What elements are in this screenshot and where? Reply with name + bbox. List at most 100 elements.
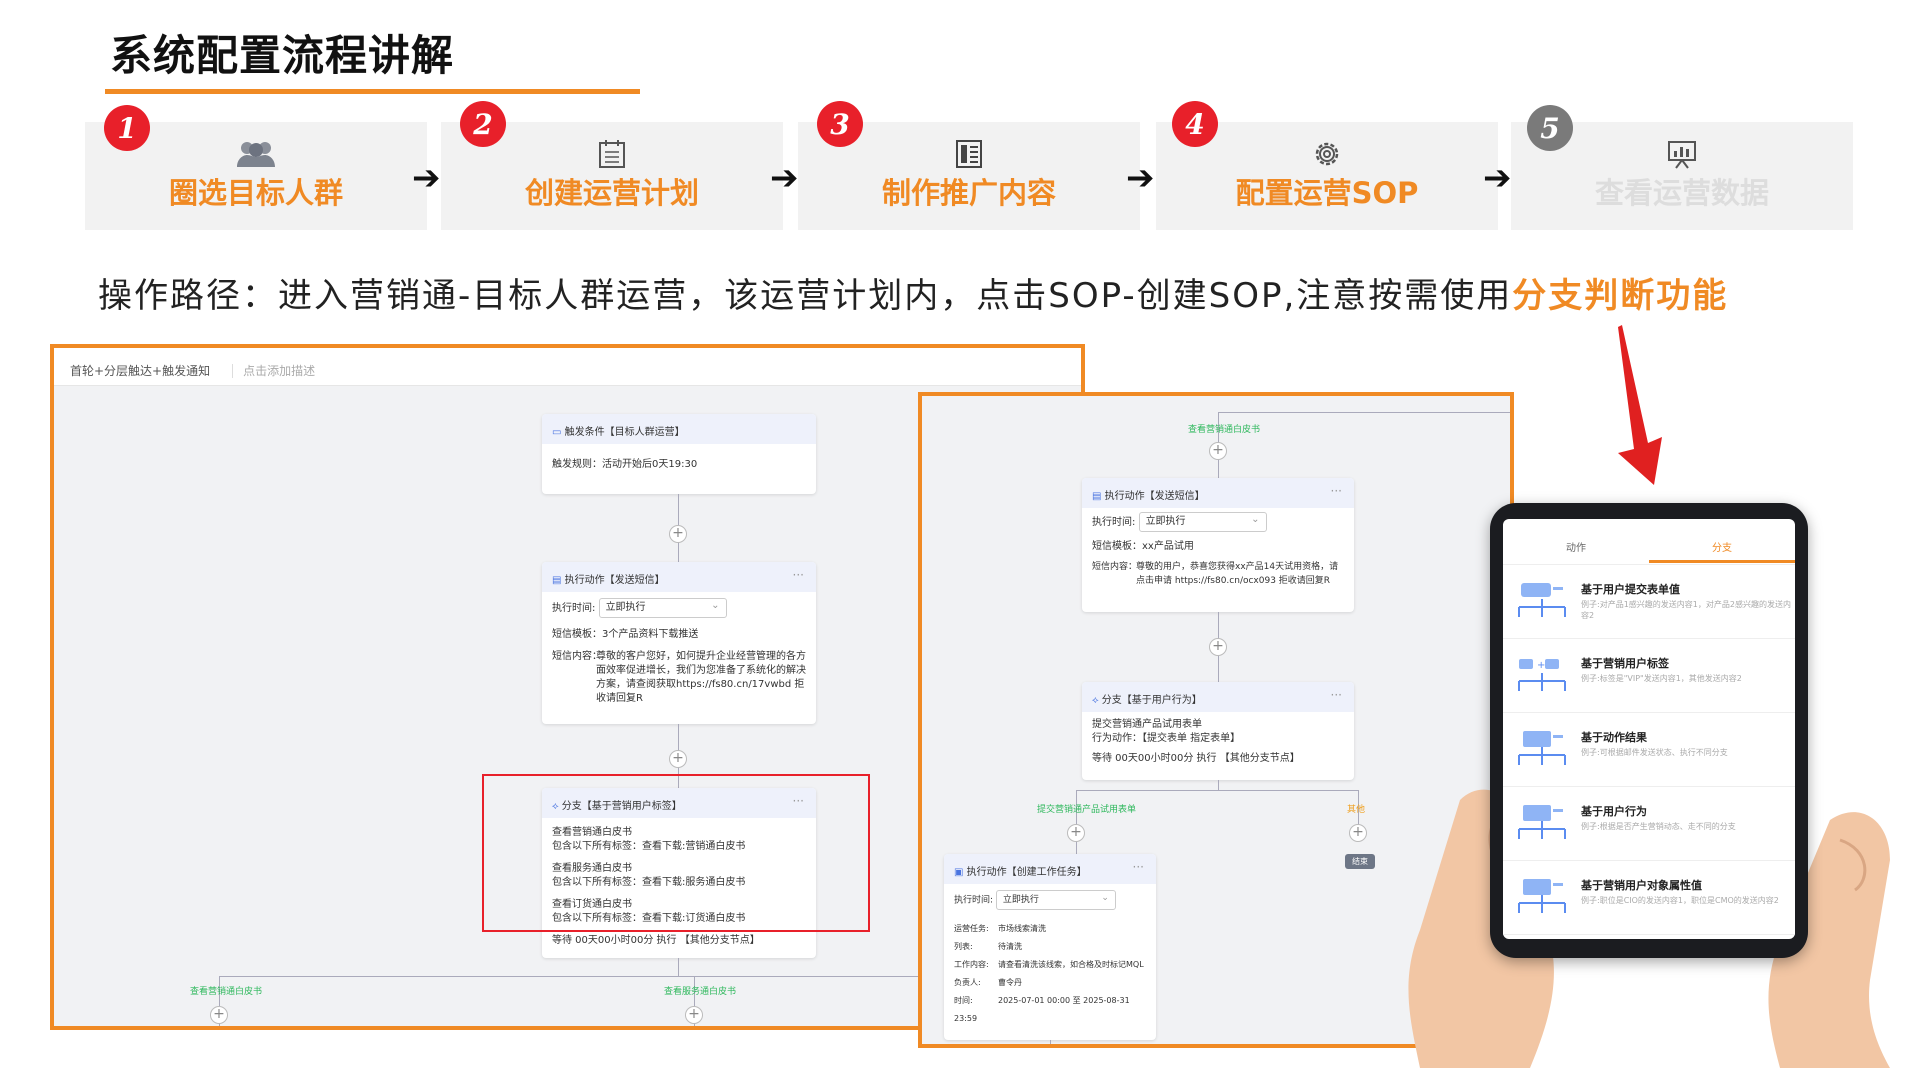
option-object-attribute[interactable]: 基于营销用户对象属性值 例子:职位是CIO的发送内容1，职位是CMO的发送内容2	[1503, 861, 1795, 935]
branch-label: 提交营销通产品试用表单	[1037, 805, 1137, 815]
step-label: 圈选目标人群	[168, 176, 343, 210]
execute-time-select[interactable]: 立即执行	[1138, 512, 1267, 532]
option-desc: 例子:可根据邮件发送状态、执行不同分支	[1581, 748, 1728, 757]
highlight-box	[482, 774, 870, 932]
execute-time-select[interactable]: 立即执行	[995, 890, 1116, 910]
step-label: 配置运营SOP	[1235, 176, 1419, 210]
option-name: 基于用户提交表单值	[1581, 583, 1680, 596]
more-icon[interactable]: ···	[1133, 860, 1144, 874]
action-sms-card[interactable]: ▤ 执行动作【发送短信】 ··· 执行时间: 立即执行 短信模板：xx产品试用 短…	[1082, 478, 1354, 612]
branch-label-other: 其他	[1347, 805, 1366, 815]
add-node-button[interactable]: +	[669, 525, 687, 543]
path-text: 操作路径：进入营销通-目标人群运营，该运营计划内，点击SOP-创建SOP,注意按…	[98, 276, 1513, 316]
add-node-button[interactable]: +	[210, 1006, 228, 1024]
task-row: 工作内容: 请查看清洗该线索，如合格及时标记MQL	[954, 956, 1146, 974]
operation-path: 操作路径：进入营销通-目标人群运营，该运营计划内，点击SOP-创建SOP,注意按…	[98, 268, 1728, 317]
step-number-badge: 3	[817, 101, 863, 147]
connector-line	[1218, 780, 1219, 790]
option-name: 基于营销用户标签	[1581, 657, 1669, 670]
tag-branch-icon: +	[1518, 659, 1566, 691]
sop-header: 首轮+分层触达+触发通知 点击添加描述	[54, 348, 1081, 386]
add-node-button[interactable]: +	[685, 1006, 703, 1024]
sms-template: 短信模板：xx产品试用	[1092, 541, 1194, 552]
page-title: 系统配置流程讲解	[110, 31, 455, 80]
gear-icon	[1304, 134, 1350, 174]
branch-wait: 等待 00天00小时00分 执行 【其他分支节点】	[1092, 753, 1300, 764]
branch-label: 查看服务通白皮书	[664, 987, 737, 997]
step-number-badge: 2	[460, 101, 506, 147]
svg-text:+: +	[1537, 660, 1545, 671]
card-header: ▣ 执行动作【创建工作任务】 ···	[944, 854, 1156, 884]
card-title: 执行动作【创建工作任务】	[966, 867, 1087, 878]
card-title: 执行动作【发送短信】	[564, 575, 665, 586]
option-name: 基于用户行为	[1581, 805, 1647, 818]
option-user-behavior[interactable]: 基于用户行为 例子:根据是否产生营销动态、走不同的分支	[1503, 787, 1795, 861]
option-name: 基于动作结果	[1581, 731, 1647, 744]
content-grid-icon	[946, 134, 992, 174]
message-icon: ▤	[1092, 491, 1105, 502]
title-underline	[105, 89, 640, 94]
field-label: 短信内容：	[1092, 562, 1138, 572]
sop-name[interactable]: 首轮+分层触达+触发通知	[70, 364, 210, 378]
field-label: 执行时间:	[1092, 517, 1136, 528]
card-title: 执行动作【发送短信】	[1104, 491, 1205, 502]
task-key: 运营任务:	[954, 924, 989, 933]
task-value: 请查看清洗该线索，如合格及时标记MQL	[998, 960, 1144, 969]
add-node-button[interactable]: +	[1209, 638, 1227, 656]
step-label: 查看运营数据	[1594, 176, 1769, 210]
card-header: ▭ 触发条件【目标人群运营】	[542, 414, 816, 444]
step-number-badge: 4	[1172, 101, 1218, 147]
connector-line	[678, 958, 679, 976]
sop-description-placeholder[interactable]: 点击添加描述	[232, 364, 316, 378]
branch-condition: 提交营销通产品试用表单	[1092, 719, 1202, 730]
add-node-button[interactable]: +	[1067, 824, 1085, 842]
connector-line	[1076, 790, 1077, 856]
execute-time-select[interactable]: 立即执行	[598, 598, 727, 618]
more-icon[interactable]: ···	[793, 568, 804, 582]
connector-line	[1050, 1040, 1051, 1044]
group-icon	[233, 134, 279, 174]
tab-branch[interactable]: 分支	[1649, 539, 1795, 563]
action-task-card[interactable]: ▣ 执行动作【创建工作任务】 ··· 执行时间: 立即执行 运营任务: 市场线索清洗…	[944, 854, 1156, 1040]
tab-action[interactable]: 动作	[1503, 539, 1649, 554]
sms-content: 尊敬的客户您好，如何提升企业经营管理的各方面效率促进增长，我们为您准备了系统化的…	[596, 651, 806, 704]
branch-label: 查看营销通白皮书	[1188, 425, 1261, 435]
connector-line	[1076, 790, 1358, 791]
action-sms-card[interactable]: ▤ 执行动作【发送短信】 ··· 执行时间: 立即执行 短信模板：3个产品资料下载…	[542, 562, 816, 724]
branch-wait: 等待 00天00小时00分 执行 【其他分支节点】	[552, 935, 760, 946]
step-number-badge: 1	[104, 105, 150, 151]
option-form-value[interactable]: 基于用户提交表单值 例子:对产品1感兴趣的发送内容1，对产品2感兴趣的发送内容2	[1503, 565, 1795, 639]
trigger-card[interactable]: ▭ 触发条件【目标人群运营】 触发规则：活动开始后0天19:30	[542, 414, 816, 494]
task-key: 列表:	[954, 942, 973, 951]
task-key: 时间:	[954, 996, 973, 1005]
add-node-button[interactable]: +	[669, 750, 687, 768]
arrow-right-icon: ➔	[1483, 158, 1512, 198]
arrow-right-icon: ➔	[412, 158, 441, 198]
step-number-badge: 5	[1527, 105, 1573, 151]
task-row: 时间: 2025-07-01 00:00 至 2025-08-31 23:59	[954, 992, 1146, 1028]
branch-behavior-card[interactable]: ⟡ 分支【基于用户行为】 ··· 提交营销通产品试用表单 行为动作：【提交表单 指…	[1082, 682, 1354, 780]
task-value: 待清洗	[998, 942, 1022, 951]
select-value: 立即执行	[1145, 516, 1186, 527]
more-icon[interactable]: ···	[1331, 484, 1342, 498]
option-desc: 例子:标签是"VIP"发送内容1，其他发送内容2	[1581, 674, 1742, 683]
task-row: 运营任务: 市场线索清洗	[954, 920, 1146, 938]
chart-board-icon	[1659, 134, 1705, 174]
red-down-arrow-icon	[1618, 325, 1662, 485]
task-key: 负责人:	[954, 978, 981, 987]
task-key: 工作内容:	[954, 960, 989, 969]
end-node[interactable]: 结束	[1345, 854, 1375, 869]
tablet-device: 动作 分支 基于用户提交表单值 例子:对产品1感兴趣的发送内容1，对产品2感兴趣…	[1490, 503, 1808, 958]
message-icon: ▤	[552, 575, 565, 586]
more-icon[interactable]: ···	[1331, 688, 1342, 702]
select-value: 立即执行	[1002, 895, 1039, 905]
add-node-button[interactable]: +	[1349, 824, 1367, 842]
field-label: 执行时间:	[552, 603, 596, 614]
add-node-button[interactable]: +	[1209, 442, 1227, 460]
option-user-tag[interactable]: + 基于营销用户标签 例子:标签是"VIP"发送内容1，其他发送内容2	[1503, 639, 1795, 713]
option-desc: 例子:职位是CIO的发送内容1，职位是CMO的发送内容2	[1581, 896, 1779, 905]
option-action-result[interactable]: 基于动作结果 例子:可根据邮件发送状态、执行不同分支	[1503, 713, 1795, 787]
arrow-right-icon: ➔	[770, 158, 799, 198]
card-title: 分支【基于用户行为】	[1101, 695, 1202, 706]
tablet-screen: 动作 分支 基于用户提交表单值 例子:对产品1感兴趣的发送内容1，对产品2感兴趣…	[1503, 519, 1795, 939]
